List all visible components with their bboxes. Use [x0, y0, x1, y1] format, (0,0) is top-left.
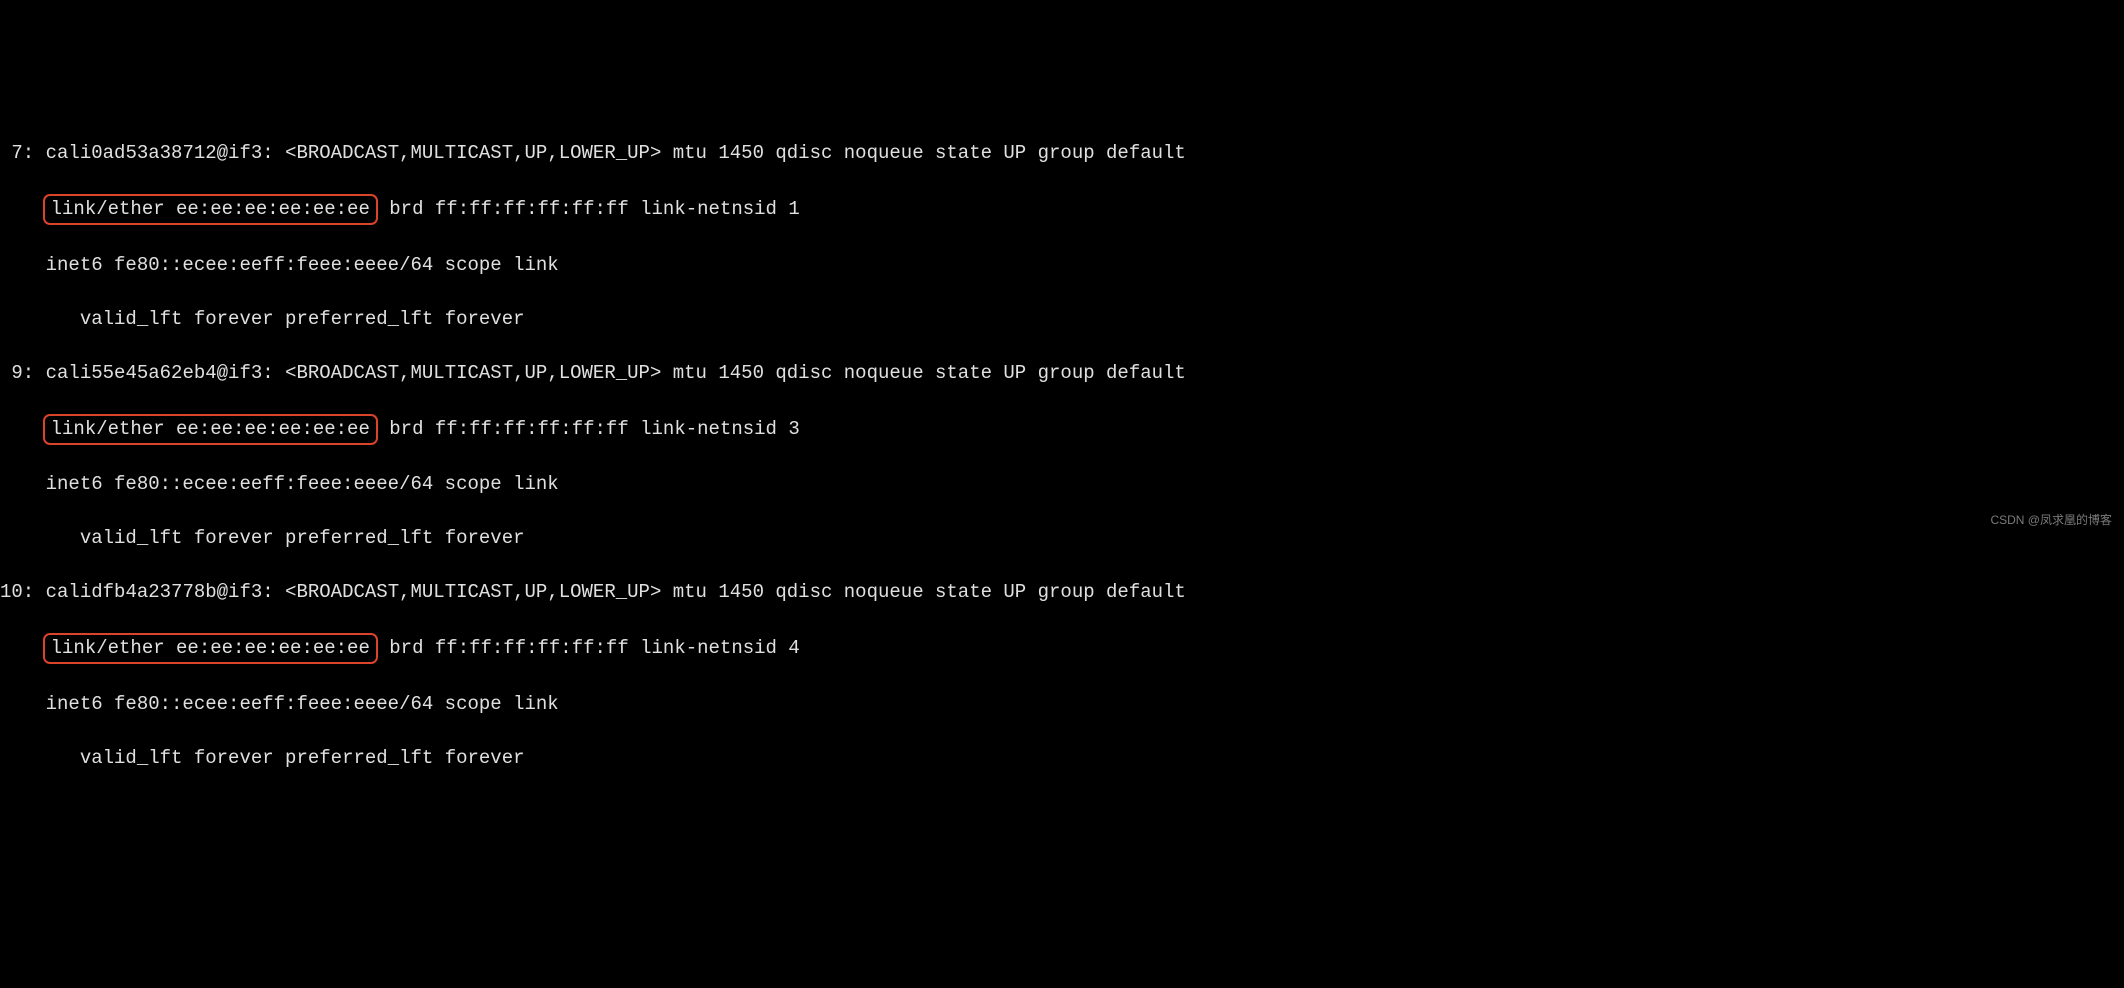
- valid-lft-text: valid_lft forever preferred_lft forever: [80, 747, 525, 769]
- broadcast-text: brd ff:ff:ff:ff:ff:ff link-netnsid 3: [389, 418, 799, 440]
- interface-params: mtu 1450 qdisc noqueue state UP group de…: [673, 362, 1186, 384]
- interface-params: mtu 1450 qdisc noqueue state UP group de…: [673, 581, 1186, 603]
- interface-index: 7:: [11, 142, 34, 164]
- inet6-text: inet6 fe80::ecee:eeff:feee:eeee/64 scope…: [46, 254, 559, 276]
- valid-lft-text: valid_lft forever preferred_lft forever: [80, 308, 525, 330]
- interface-name: cali55e45a62eb4@if3:: [46, 362, 274, 384]
- link-ether-highlight: link/ether ee:ee:ee:ee:ee:ee: [43, 194, 378, 225]
- link-ether-highlight: link/ether ee:ee:ee:ee:ee:ee: [43, 414, 378, 445]
- valid-lft-line: valid_lft forever preferred_lft forever: [0, 525, 2124, 552]
- interface-header-line: 7: cali0ad53a38712@if3: <BROADCAST,MULTI…: [0, 140, 2124, 167]
- interface-flags: <BROADCAST,MULTICAST,UP,LOWER_UP>: [285, 362, 661, 384]
- inet6-line: inet6 fe80::ecee:eeff:feee:eeee/64 scope…: [0, 691, 2124, 718]
- interface-name: cali0ad53a38712@if3:: [46, 142, 274, 164]
- interface-header-line: 10: calidfb4a23778b@if3: <BROADCAST,MULT…: [0, 579, 2124, 606]
- interface-params: mtu 1450 qdisc noqueue state UP group de…: [673, 142, 1186, 164]
- inet6-line: inet6 fe80::ecee:eeff:feee:eeee/64 scope…: [0, 252, 2124, 279]
- inet6-line: inet6 fe80::ecee:eeff:feee:eeee/64 scope…: [0, 471, 2124, 498]
- interface-flags: <BROADCAST,MULTICAST,UP,LOWER_UP>: [285, 142, 661, 164]
- link-ether-highlight: link/ether ee:ee:ee:ee:ee:ee: [43, 633, 378, 664]
- link-ether-text: link/ether ee:ee:ee:ee:ee:ee: [51, 418, 370, 440]
- terminal-output: 7: cali0ad53a38712@if3: <BROADCAST,MULTI…: [0, 113, 2124, 799]
- link-ether-text: link/ether ee:ee:ee:ee:ee:ee: [51, 637, 370, 659]
- valid-lft-line: valid_lft forever preferred_lft forever: [0, 745, 2124, 772]
- interface-name: calidfb4a23778b@if3:: [46, 581, 274, 603]
- inet6-text: inet6 fe80::ecee:eeff:feee:eeee/64 scope…: [46, 693, 559, 715]
- link-ether-line: link/ether ee:ee:ee:ee:ee:ee brd ff:ff:f…: [0, 633, 2124, 664]
- interface-flags: <BROADCAST,MULTICAST,UP,LOWER_UP>: [285, 581, 661, 603]
- link-ether-line: link/ether ee:ee:ee:ee:ee:ee brd ff:ff:f…: [0, 414, 2124, 445]
- valid-lft-line: valid_lft forever preferred_lft forever: [0, 306, 2124, 333]
- interface-index: 9:: [11, 362, 34, 384]
- interface-index: 10:: [0, 581, 34, 603]
- link-ether-text: link/ether ee:ee:ee:ee:ee:ee: [51, 198, 370, 220]
- valid-lft-text: valid_lft forever preferred_lft forever: [80, 527, 525, 549]
- link-ether-line: link/ether ee:ee:ee:ee:ee:ee brd ff:ff:f…: [0, 194, 2124, 225]
- interface-header-line: 9: cali55e45a62eb4@if3: <BROADCAST,MULTI…: [0, 360, 2124, 387]
- inet6-text: inet6 fe80::ecee:eeff:feee:eeee/64 scope…: [46, 473, 559, 495]
- broadcast-text: brd ff:ff:ff:ff:ff:ff link-netnsid 4: [389, 637, 799, 659]
- watermark-text: CSDN @凤求凰的博客: [1990, 512, 2112, 529]
- broadcast-text: brd ff:ff:ff:ff:ff:ff link-netnsid 1: [389, 198, 799, 220]
